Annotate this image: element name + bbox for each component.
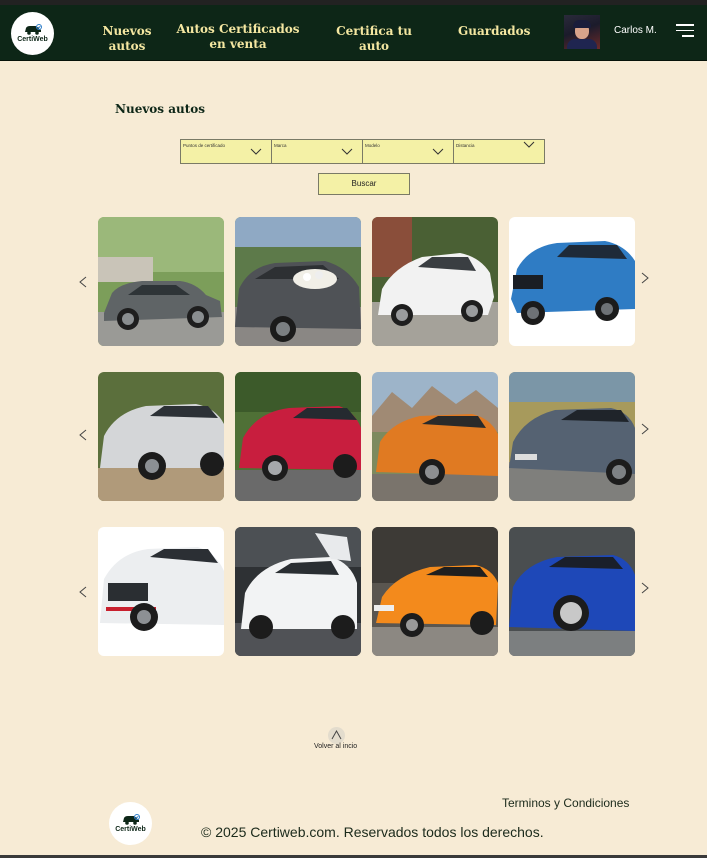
car-card[interactable] xyxy=(509,372,635,501)
nav-autos-certificados[interactable]: Autos Certificados en venta xyxy=(176,22,300,52)
terms-link[interactable]: Terminos y Condiciones xyxy=(502,796,629,810)
footer-logo-text: CertiWeb xyxy=(115,826,146,833)
car-photo xyxy=(98,372,224,501)
chevron-right-icon[interactable] xyxy=(640,271,650,285)
user-avatar[interactable] xyxy=(564,15,600,49)
car-photo xyxy=(235,527,361,656)
car-photo xyxy=(372,372,498,501)
copyright-text: © 2025 Certiweb.com. Reservados todos lo… xyxy=(201,824,544,840)
nav-guardados[interactable]: Guardados xyxy=(458,24,530,39)
car-card[interactable] xyxy=(372,527,498,656)
chevron-right-icon[interactable] xyxy=(640,581,650,595)
car-card[interactable] xyxy=(98,372,224,501)
user-name[interactable]: Carlos M. xyxy=(614,25,657,36)
car-photo xyxy=(235,372,361,501)
car-row xyxy=(0,217,707,347)
car-row xyxy=(0,527,707,657)
chevron-down-icon xyxy=(432,148,444,155)
filter-puntos-certificado[interactable]: Puntos de certificado xyxy=(180,139,272,164)
chevron-left-icon[interactable] xyxy=(78,275,88,289)
car-photo xyxy=(235,217,361,346)
car-card[interactable] xyxy=(509,527,635,656)
filter-distancia[interactable]: Distancia xyxy=(453,139,545,164)
car-card[interactable] xyxy=(235,527,361,656)
chevron-down-icon xyxy=(523,141,535,148)
car-card[interactable] xyxy=(235,217,361,346)
chevron-left-icon[interactable] xyxy=(78,585,88,599)
search-button[interactable]: Buscar xyxy=(318,173,410,195)
back-to-top-label[interactable]: Volver al incio xyxy=(314,743,357,750)
car-photo xyxy=(509,527,635,656)
footer-certiweb-logo[interactable]: CertiWeb xyxy=(109,802,152,845)
car-photo xyxy=(509,372,635,501)
chevron-right-icon[interactable] xyxy=(640,422,650,436)
top-navbar: CertiWeb Nuevos autos Autos Certificados… xyxy=(0,5,707,61)
chevron-left-icon[interactable] xyxy=(78,428,88,442)
car-photo xyxy=(98,527,224,656)
car-photo xyxy=(372,217,498,346)
filter-label: Distancia xyxy=(456,143,475,148)
page-title: Nuevos autos xyxy=(115,102,206,116)
chevron-down-icon xyxy=(250,148,262,155)
car-card[interactable] xyxy=(372,217,498,346)
filter-label: Puntos de certificado xyxy=(183,143,226,148)
car-row xyxy=(0,372,707,502)
car-logo-icon xyxy=(122,814,140,825)
car-photo xyxy=(509,217,635,346)
car-photo xyxy=(372,527,498,656)
car-card[interactable] xyxy=(509,217,635,346)
filter-modelo[interactable]: Modelo xyxy=(362,139,454,164)
nav-certifica-tu-auto[interactable]: Certifica tu auto xyxy=(326,24,422,54)
chevron-down-icon xyxy=(341,148,353,155)
nav-nuevos-autos[interactable]: Nuevos autos xyxy=(90,24,164,54)
filter-marca[interactable]: Marca xyxy=(271,139,363,164)
chevron-up-icon xyxy=(331,729,342,740)
certiweb-logo[interactable]: CertiWeb xyxy=(11,12,54,55)
car-card[interactable] xyxy=(98,527,224,656)
logo-text: CertiWeb xyxy=(17,36,48,43)
hamburger-menu-icon[interactable] xyxy=(676,24,694,38)
car-logo-icon xyxy=(24,24,42,35)
car-photo xyxy=(98,217,224,346)
car-card[interactable] xyxy=(235,372,361,501)
filter-bar: Puntos de certificado Marca Modelo Dista… xyxy=(180,139,545,164)
filter-label: Marca xyxy=(274,143,287,148)
filter-label: Modelo xyxy=(365,143,380,148)
car-card[interactable] xyxy=(372,372,498,501)
back-to-top-button[interactable] xyxy=(328,727,345,744)
car-card[interactable] xyxy=(98,217,224,346)
